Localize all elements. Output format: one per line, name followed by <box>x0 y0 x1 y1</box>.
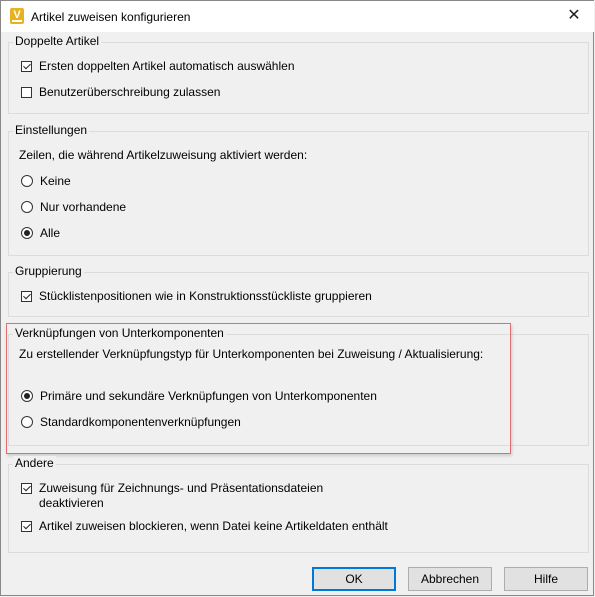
radio-selected-icon[interactable] <box>21 227 33 239</box>
checkbox-checked-icon[interactable] <box>21 482 32 494</box>
group-legend: Gruppierung <box>13 264 84 278</box>
einstellungen-description: Zeilen, die während Artikelzuweisung akt… <box>19 148 308 162</box>
checkbox-label: Benutzerüberschreibung zulassen <box>39 85 221 99</box>
checkbox-benutzer-ueberschreibung[interactable]: Benutzerüberschreibung zulassen <box>21 83 220 101</box>
radio-icon[interactable] <box>21 175 33 187</box>
group-gruppierung: Gruppierung Stücklistenpositionen wie in… <box>8 264 589 317</box>
checkbox-zuweisung-deaktivieren[interactable]: Zuweisung für Zeichnungs- und Präsentati… <box>21 479 323 497</box>
cancel-button[interactable]: Abbrechen <box>408 567 492 591</box>
group-andere: Andere Zuweisung für Zeichnungs- und Prä… <box>8 456 589 553</box>
radio-label: Alle <box>40 226 61 240</box>
close-icon[interactable]: ✕ <box>564 6 584 26</box>
checkbox-unchecked-icon[interactable] <box>21 86 32 98</box>
radio-label: Nur vorhandene <box>40 200 127 214</box>
highlight-frame <box>6 323 511 454</box>
group-doppelte-artikel: Doppelte Artikel Ersten doppelten Artike… <box>8 34 589 114</box>
group-einstellungen: Einstellungen Zeilen, die während Artike… <box>8 123 589 256</box>
checkbox-label: Ersten doppelten Artikel automatisch aus… <box>39 59 295 73</box>
title-bar: V Artikel zuweisen konfigurieren ✕ <box>1 1 594 32</box>
radio-label: Keine <box>40 174 71 188</box>
checkbox-erste-doppelte[interactable]: Ersten doppelten Artikel automatisch aus… <box>21 57 295 75</box>
checkbox-checked-icon[interactable] <box>21 520 32 532</box>
radio-alle[interactable]: Alle <box>21 224 60 242</box>
dialog-window: V Artikel zuweisen konfigurieren ✕ Doppe… <box>0 0 594 596</box>
checkbox-checked-icon[interactable] <box>21 290 32 302</box>
checkbox-label-continued: deaktivieren <box>39 496 104 510</box>
checkbox-label: Artikel zuweisen blockieren, wenn Datei … <box>39 519 388 533</box>
radio-nur-vorhandene[interactable]: Nur vorhandene <box>21 198 126 216</box>
checkbox-label: Stücklistenpositionen wie in Konstruktio… <box>39 289 372 303</box>
group-legend: Andere <box>13 456 56 470</box>
radio-icon[interactable] <box>21 201 33 213</box>
group-legend: Einstellungen <box>13 123 90 137</box>
radio-keine[interactable]: Keine <box>21 172 71 190</box>
window-title: Artikel zuweisen konfigurieren <box>31 10 191 24</box>
ok-button[interactable]: OK <box>312 567 396 591</box>
checkbox-stuecklisten-gruppieren[interactable]: Stücklistenpositionen wie in Konstruktio… <box>21 287 372 305</box>
checkbox-checked-icon[interactable] <box>21 60 32 72</box>
group-legend: Doppelte Artikel <box>13 34 102 48</box>
checkbox-label: Zuweisung für Zeichnungs- und Präsentati… <box>39 481 324 495</box>
help-button[interactable]: Hilfe <box>504 567 588 591</box>
vault-app-icon: V <box>10 8 24 24</box>
checkbox-artikel-blockieren[interactable]: Artikel zuweisen blockieren, wenn Datei … <box>21 517 388 535</box>
